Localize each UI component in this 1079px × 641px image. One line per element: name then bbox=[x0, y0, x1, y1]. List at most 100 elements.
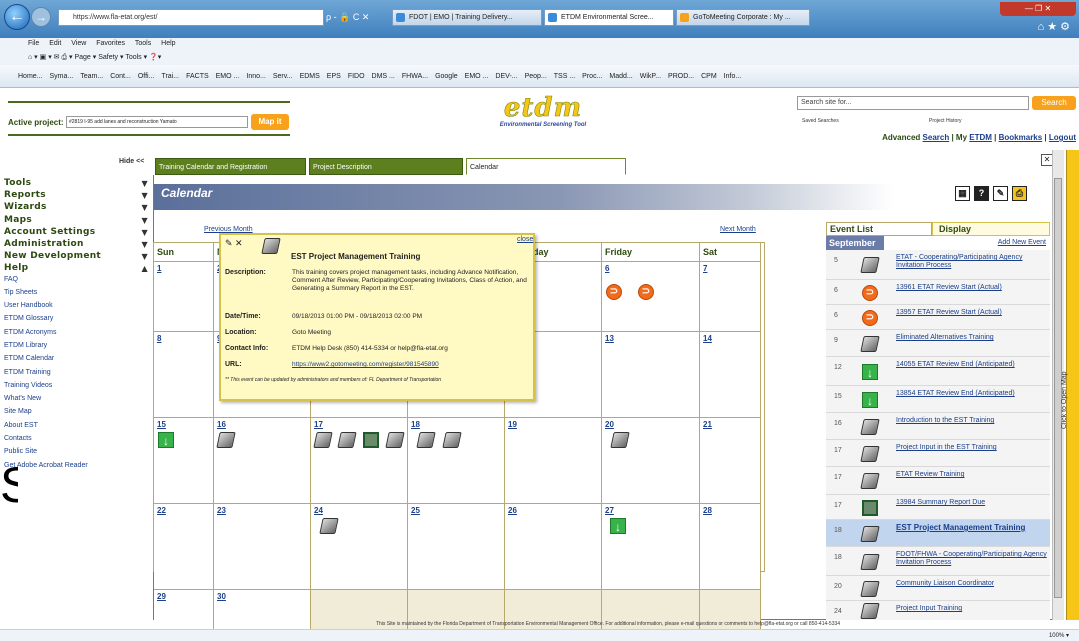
sidebar-link[interactable]: ETDM Training bbox=[4, 369, 150, 382]
day-number-link[interactable]: 18 bbox=[411, 420, 420, 429]
day-number-link[interactable]: 30 bbox=[217, 592, 226, 601]
event-list-item[interactable]: 12 ↓ 14055 ETAT Review End (Anticipated) bbox=[826, 357, 1050, 386]
sidebar-link[interactable]: About EST bbox=[4, 422, 150, 435]
event-list-item[interactable]: 9 Eliminated Alternatives Training bbox=[826, 330, 1050, 357]
previous-month-link[interactable]: Previous Month bbox=[204, 226, 253, 233]
my-etdm-link[interactable]: ETDM bbox=[969, 133, 992, 142]
event-list-item[interactable]: 17 13984 Summary Report Due bbox=[826, 495, 1050, 520]
training-icon[interactable] bbox=[313, 432, 333, 448]
browser-right-icons[interactable]: ⌂ ★ ⚙ bbox=[1000, 20, 1076, 34]
sidebar-link[interactable]: Training Videos bbox=[4, 382, 150, 395]
event-list-item[interactable]: 24 Project Input Training bbox=[826, 601, 1050, 620]
day-cell[interactable]: 6 ⊃ ⊃ bbox=[602, 261, 700, 331]
day-cell[interactable]: 1 bbox=[154, 261, 214, 331]
back-arrow-icon[interactable]: ← bbox=[4, 4, 30, 30]
training-icon[interactable] bbox=[385, 432, 405, 448]
event-link[interactable]: ETAT - Cooperating/Participating Agency … bbox=[896, 254, 1048, 270]
chevron-down-icon[interactable]: ▼ bbox=[142, 203, 148, 212]
event-link[interactable]: 13961 ETAT Review Start (Actual) bbox=[896, 284, 1048, 292]
day-cell[interactable]: 20 bbox=[602, 417, 700, 503]
sidebar-link[interactable]: ETDM Calendar bbox=[4, 355, 150, 368]
favorite-item[interactable]: Team... bbox=[80, 73, 103, 80]
my-link-text[interactable]: My bbox=[956, 133, 967, 142]
day-cell[interactable]: 21 bbox=[700, 417, 761, 503]
favorite-item[interactable]: Inno... bbox=[246, 73, 265, 80]
day-cell[interactable]: 16 bbox=[214, 417, 311, 503]
menu-edit[interactable]: Edit bbox=[49, 40, 61, 47]
day-cell[interactable]: 22 bbox=[154, 503, 214, 589]
tab-display[interactable]: Display bbox=[932, 222, 1050, 236]
day-number-link[interactable]: 8 bbox=[157, 334, 161, 343]
sidebar-link[interactable]: Contacts bbox=[4, 435, 150, 448]
popup-edit-icons[interactable]: ✎ ✕ bbox=[225, 238, 243, 249]
favorite-item[interactable]: DEV-... bbox=[495, 73, 517, 80]
review-end-icon[interactable]: ↓ bbox=[158, 432, 174, 448]
search-button[interactable]: Search bbox=[1032, 96, 1076, 110]
tab-project-description[interactable]: Project Description bbox=[309, 158, 463, 175]
review-end-icon[interactable]: ↓ bbox=[610, 518, 626, 534]
day-number-link[interactable]: 1 bbox=[157, 264, 161, 273]
sidebar-link[interactable]: What's New bbox=[4, 395, 150, 408]
day-number-link[interactable]: 28 bbox=[703, 506, 712, 515]
advanced-search-link[interactable]: Search bbox=[923, 133, 950, 142]
chevron-up-icon[interactable]: ▲ bbox=[142, 264, 148, 273]
favorite-item[interactable]: Madd... bbox=[609, 73, 632, 80]
event-link[interactable]: 13957 ETAT Review Start (Actual) bbox=[896, 309, 1048, 317]
event-list-item[interactable]: 18 FDOT/FHWA - Cooperating/Participating … bbox=[826, 547, 1050, 576]
favorite-item[interactable]: PROD... bbox=[668, 73, 694, 80]
favorite-item[interactable]: EDMS bbox=[300, 73, 320, 80]
favorite-item[interactable]: DMS ... bbox=[372, 73, 395, 80]
sidebar-item-reports[interactable]: Reports ▼ bbox=[4, 190, 150, 202]
event-list-item[interactable]: 20 Community Liaison Coordinator bbox=[826, 576, 1050, 601]
favorite-item[interactable]: Cont... bbox=[110, 73, 131, 80]
add-new-event-link[interactable]: Add New Event bbox=[968, 239, 1046, 246]
sidebar-link[interactable]: Tip Sheets bbox=[4, 289, 150, 302]
favorite-item[interactable]: Serv... bbox=[273, 73, 293, 80]
calendar-view-icon[interactable]: ▦ bbox=[955, 186, 970, 201]
tab-calendar[interactable]: Calendar bbox=[466, 158, 626, 175]
forward-arrow-icon[interactable]: → bbox=[31, 7, 51, 27]
review-start-icon[interactable]: ⊃ bbox=[638, 284, 654, 300]
sidebar-item-wizards[interactable]: Wizards ▼ bbox=[4, 202, 150, 214]
tab-training-calendar[interactable]: Training Calendar and Registration bbox=[155, 158, 306, 175]
favorite-item[interactable]: Offi... bbox=[138, 73, 155, 80]
day-cell[interactable]: 24 bbox=[311, 503, 408, 589]
event-link[interactable]: 14055 ETAT Review End (Anticipated) bbox=[896, 361, 1048, 369]
day-number-link[interactable]: 26 bbox=[508, 506, 517, 515]
event-link[interactable]: ETAT Review Training bbox=[896, 471, 1048, 479]
favorite-item[interactable]: Proc... bbox=[582, 73, 602, 80]
favorite-item[interactable]: Info... bbox=[724, 73, 742, 80]
day-number-link[interactable]: 16 bbox=[217, 420, 226, 429]
event-list-item[interactable]: 15 ↓ 13854 ETAT Review End (Anticipated) bbox=[826, 386, 1050, 413]
day-number-link[interactable]: 17 bbox=[314, 420, 323, 429]
project-history-select[interactable]: Project History bbox=[929, 116, 1069, 126]
day-number-link[interactable]: 22 bbox=[157, 506, 166, 515]
bookmarks-link[interactable]: Bookmarks bbox=[999, 133, 1043, 142]
summary-report-icon[interactable] bbox=[363, 432, 379, 448]
event-link[interactable]: Eliminated Alternatives Training bbox=[896, 334, 1048, 342]
sidebar-link[interactable]: Get Adobe Acrobat Reader bbox=[4, 462, 150, 475]
address-controls[interactable]: ρ - 🔒 C ✕ bbox=[326, 9, 390, 26]
day-number-link[interactable]: 13 bbox=[605, 334, 614, 343]
event-list-item[interactable]: 17 ETAT Review Training bbox=[826, 467, 1050, 495]
event-list-item[interactable]: 16 Introduction to the EST Training bbox=[826, 413, 1050, 440]
day-cell[interactable]: 8 bbox=[154, 331, 214, 417]
print-icon[interactable]: ⎙ bbox=[1012, 186, 1027, 201]
event-list-item[interactable]: 6 ⊃ 13957 ETAT Review Start (Actual) bbox=[826, 305, 1050, 330]
favorite-item[interactable]: FHWA... bbox=[402, 73, 428, 80]
window-controls[interactable]: — ❐ ✕ bbox=[1000, 2, 1076, 16]
day-number-link[interactable]: 20 bbox=[605, 420, 614, 429]
day-cell[interactable]: 25 bbox=[408, 503, 505, 589]
chevron-down-icon[interactable]: ▼ bbox=[142, 252, 148, 261]
favorite-item[interactable]: Trai... bbox=[161, 73, 179, 80]
event-list-item[interactable]: 6 ⊃ 13961 ETAT Review Start (Actual) bbox=[826, 280, 1050, 305]
menu-help[interactable]: Help bbox=[161, 40, 175, 47]
sidebar-link[interactable]: ETDM Acronyms bbox=[4, 329, 150, 342]
saved-searches-select[interactable]: Saved Searches bbox=[802, 116, 924, 126]
day-cell[interactable]: 17 bbox=[311, 417, 408, 503]
day-number-link[interactable]: 27 bbox=[605, 506, 614, 515]
logout-link[interactable]: Logout bbox=[1049, 133, 1076, 142]
url-link[interactable]: https://www2.gotomeeting.com/register/98… bbox=[292, 361, 532, 369]
day-number-link[interactable]: 6 bbox=[605, 264, 609, 273]
day-cell[interactable]: 15 ↓ bbox=[154, 417, 214, 503]
